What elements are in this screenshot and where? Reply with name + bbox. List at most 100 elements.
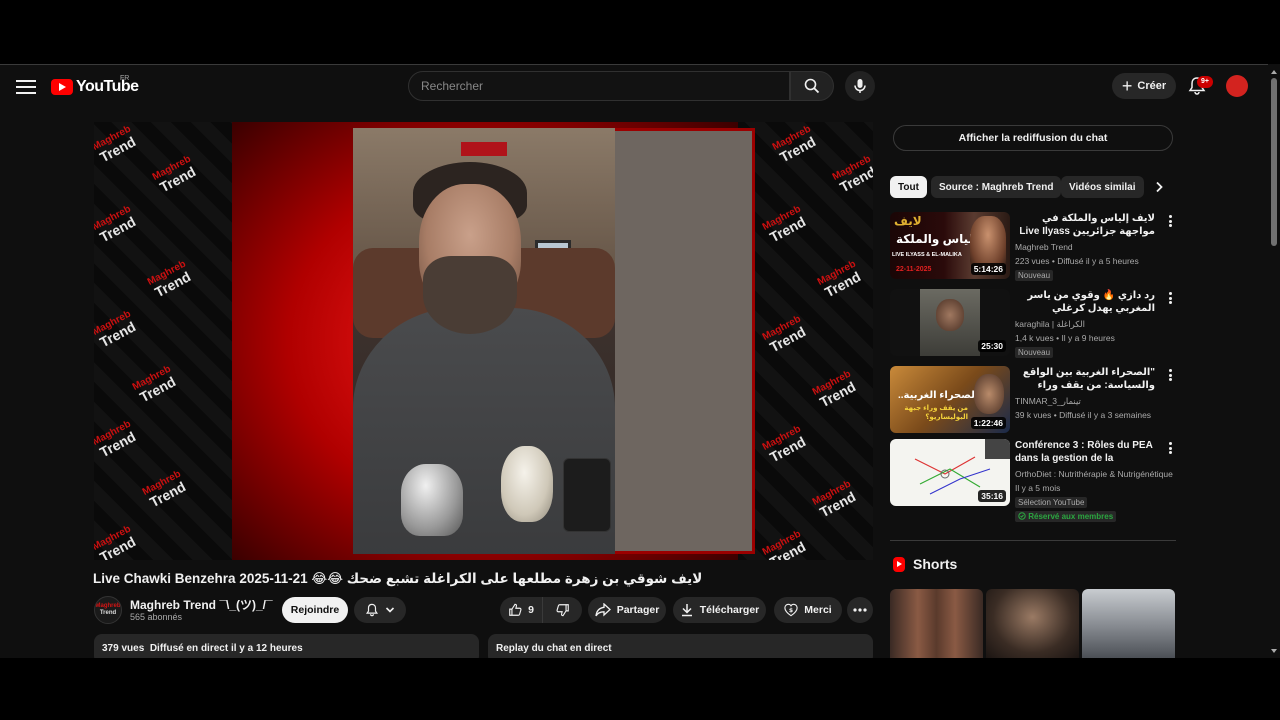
share-button[interactable]: Partager: [588, 597, 666, 623]
more-icon[interactable]: [1166, 368, 1174, 382]
view-count: 379 vues: [102, 643, 145, 654]
download-label: Télécharger: [699, 604, 760, 616]
members-only-label: Réservé aux membres: [1028, 512, 1114, 521]
members-icon: [1018, 512, 1026, 520]
dislike-button[interactable]: [542, 597, 582, 623]
chevron-right-icon[interactable]: [1150, 178, 1168, 196]
channel-name[interactable]: OrthoDiet : Nutrithérapie & Nutrigénétiq…: [1015, 469, 1175, 479]
phone: [563, 458, 611, 532]
chevron-down-icon: [385, 607, 395, 613]
subscribed-bell-button[interactable]: [354, 597, 406, 623]
new-badge: Nouveau: [1015, 347, 1054, 358]
letterbox-bottom: [0, 658, 1280, 720]
thumb-text: إلياس والملكة: [896, 232, 978, 246]
video-duration: 1:22:46: [970, 417, 1006, 429]
like-button[interactable]: 9: [500, 597, 542, 623]
channel-name[interactable]: karaghila | الكراغلة: [1015, 319, 1175, 330]
voice-search-button[interactable]: [845, 71, 875, 101]
page-scrollbar[interactable]: [1268, 64, 1280, 658]
video-title[interactable]: "الصحراء الغربية بين الواقع والسياسة: من…: [1015, 366, 1155, 393]
section-divider: [890, 540, 1176, 541]
show-chat-replay-button[interactable]: Afficher la rediffusion du chat: [893, 125, 1173, 151]
thumb-tag: لايف: [894, 214, 922, 228]
more-icon: [853, 608, 867, 612]
hamburger-icon[interactable]: [16, 77, 36, 95]
more-icon[interactable]: [1166, 214, 1174, 228]
thanks-button[interactable]: $ Merci: [774, 597, 842, 623]
thanks-icon: $: [784, 603, 798, 617]
share-icon: [595, 603, 611, 617]
video-duration: 35:16: [978, 490, 1006, 502]
more-icon[interactable]: [1166, 441, 1174, 455]
search-box[interactable]: [408, 71, 790, 101]
scroll-up-icon[interactable]: [1271, 70, 1277, 74]
channel-name[interactable]: Maghreb Trend ¯\_(ツ)_/¯: [130, 596, 273, 613]
recommendation-item[interactable]: 25:30 رد دازي 🔥 وقوي من ياسر المغربي يهد…: [890, 289, 1180, 361]
description-box[interactable]: 379 vues Diffusé en direct il y a 12 heu…: [94, 634, 479, 658]
video-duration: 5:14:26: [970, 263, 1006, 275]
account-avatar[interactable]: [1226, 75, 1248, 97]
stream-date: Diffusé en direct il y a 12 heures: [149, 643, 303, 654]
thumb-subtext: من يقف وراء جبهة البوليساريو؟: [904, 405, 968, 421]
masthead: YouTube FR + Créer 9+: [0, 65, 1270, 107]
video-title[interactable]: رد دازي 🔥 وقوي من ياسر المغربي يهدل كرغل…: [1015, 289, 1155, 316]
recommendation-item[interactable]: لايف إلياس والملكة LIVE ILYASS & EL-MALI…: [890, 212, 1180, 284]
create-label: Créer: [1137, 80, 1167, 92]
video-player[interactable]: Maghreb Trend Maghreb Trend Maghreb Trend Magh…: [94, 122, 873, 560]
scroll-down-icon[interactable]: [1271, 649, 1277, 653]
channel-name[interactable]: Maghreb Trend: [1015, 242, 1175, 252]
channel-avatar[interactable]: Maghreb Trend: [94, 596, 122, 624]
video-title[interactable]: لايف إلياس والملكة في مواجهة جزائريين Li…: [1015, 212, 1155, 239]
channel-name-suffix: ¯\_(ツ)_/¯: [219, 598, 273, 612]
thumb-text: الصحراء الغربية..: [898, 390, 979, 401]
chat-replay-box[interactable]: Replay du chat en direct: [488, 634, 873, 658]
thumb-face: [936, 299, 964, 331]
bell-icon: [365, 603, 379, 617]
new-badge: Nouveau: [1015, 270, 1054, 281]
video-thumbnail[interactable]: 35:16: [890, 439, 1010, 506]
download-button[interactable]: Télécharger: [673, 597, 766, 623]
short-thumbnail[interactable]: [890, 589, 983, 658]
video-title[interactable]: Conférence 3 : Rôles du PEA dans la gest…: [1015, 439, 1155, 466]
avatar-text-line1: Maghreb: [95, 603, 121, 609]
short-thumbnail[interactable]: [986, 589, 1079, 658]
search-input[interactable]: [409, 72, 789, 100]
chat-replay-label: Replay du chat en direct: [496, 643, 612, 654]
like-icon: [509, 603, 522, 616]
members-only-badge: Réservé aux membres: [1015, 511, 1117, 522]
like-count: 9: [528, 604, 534, 616]
chip-source[interactable]: Source : Maghreb Trend: [931, 176, 1062, 198]
recommendation-item[interactable]: الصحراء الغربية.. من يقف وراء جبهة البول…: [890, 366, 1180, 438]
shorts-icon: [893, 556, 905, 572]
video-thumbnail[interactable]: 25:30: [890, 289, 1010, 356]
filter-chips: Tout Source : Maghreb Trend Vidéos simil…: [890, 176, 1170, 198]
share-label: Partager: [616, 604, 660, 616]
chip-related[interactable]: Vidéos similai: [1061, 176, 1144, 198]
search-button[interactable]: [790, 71, 834, 101]
more-actions-button[interactable]: [847, 597, 873, 623]
join-button[interactable]: Rejoindre: [282, 597, 348, 623]
video-meta: 1,4 k vues • Il y a 9 heures: [1015, 333, 1115, 343]
scroll-thumb[interactable]: [1271, 78, 1277, 246]
short-thumbnail[interactable]: [1082, 589, 1175, 658]
chip-all[interactable]: Tout: [890, 176, 927, 198]
create-button[interactable]: + Créer: [1112, 73, 1176, 99]
download-icon: [681, 604, 692, 617]
video-thumbnail[interactable]: لايف إلياس والملكة LIVE ILYASS & EL-MALI…: [890, 212, 1010, 279]
video-meta: 223 vues • Diffusé il y a 5 heures: [1015, 256, 1139, 266]
shorts-header: Shorts: [893, 556, 957, 572]
recommendation-item[interactable]: 35:16 Conférence 3 : Rôles du PEA dans l…: [890, 439, 1180, 529]
cam-top-overlay: [461, 142, 507, 156]
shorts-label: Shorts: [913, 556, 958, 572]
country-code: FR: [120, 75, 130, 82]
more-icon[interactable]: [1166, 291, 1174, 305]
video-title: Live Chawki Benzehra لايف شوقي بن زهرة م…: [93, 571, 703, 586]
thumb-face: [974, 374, 1004, 414]
channel-name[interactable]: TINMAR_3_تينمار: [1015, 396, 1175, 407]
avatar-text-line2: Trend: [99, 610, 117, 616]
video-thumbnail[interactable]: الصحراء الغربية.. من يقف وراء جبهة البول…: [890, 366, 1010, 433]
video-meta: 39 k vues • Diffusé il y a 3 semaines: [1015, 410, 1152, 420]
watch-page: YouTube FR + Créer 9+ MaghrebTrendMaghre…: [0, 64, 1280, 658]
youtube-selection-badge: Sélection YouTube: [1015, 497, 1088, 508]
teapot: [401, 464, 463, 536]
